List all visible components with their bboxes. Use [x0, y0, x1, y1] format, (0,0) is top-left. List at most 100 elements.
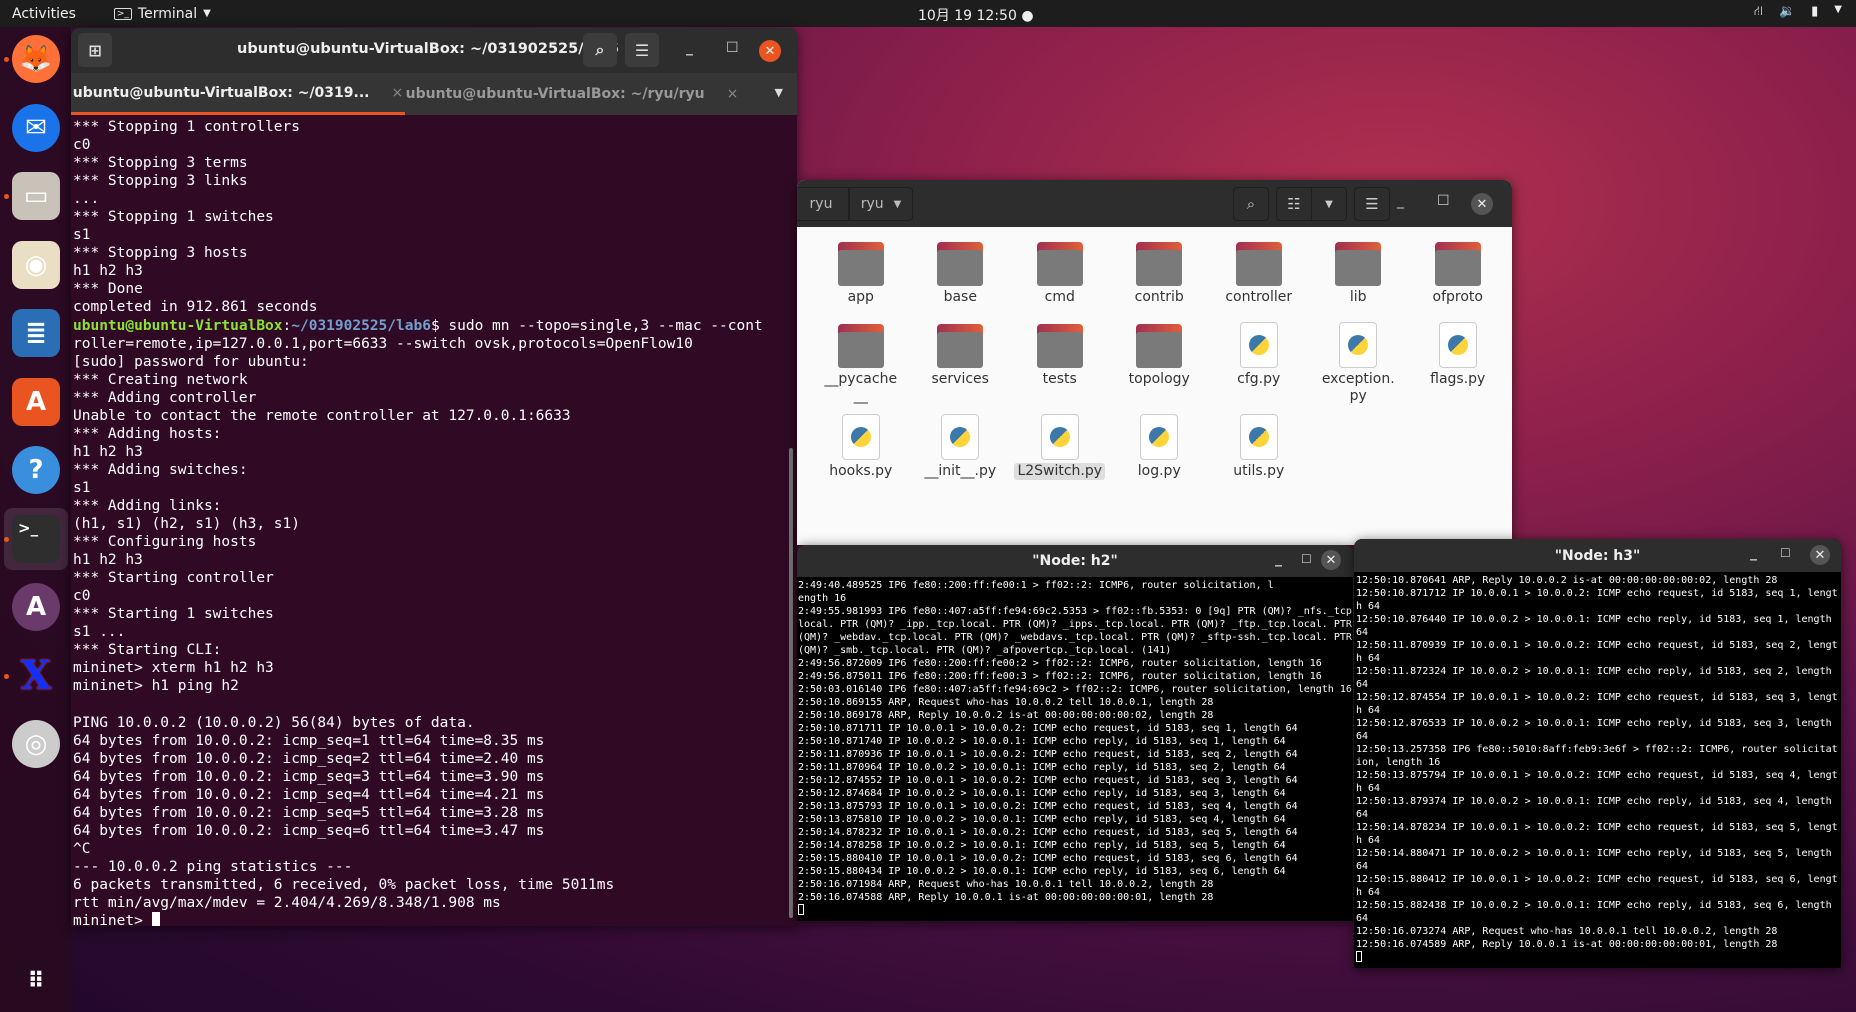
dock-firefox[interactable]: 🦊 [12, 35, 60, 83]
minimize-button[interactable]: _ [1397, 193, 1404, 209]
close-button[interactable]: ✕ [1810, 545, 1830, 565]
file-item[interactable]: log.py [1110, 408, 1210, 490]
terminal-line: *** Creating network [73, 371, 248, 388]
terminal-line: rtt min/avg/max/mdev = 2.404/4.269/8.348… [73, 895, 501, 912]
minimize-button[interactable]: _ [1750, 545, 1757, 561]
xterm-line: 12:50:13.879374 IP 10.0.0.2 > 10.0.0.1: … [1356, 796, 1832, 807]
view-options-button[interactable]: ▼ [1311, 187, 1347, 221]
dock-files[interactable]: ▭ [12, 172, 60, 220]
file-item[interactable]: exception.py [1309, 316, 1409, 408]
xterm-line: 12:50:13.875794 IP 10.0.0.1 > 10.0.0.2: … [1356, 770, 1838, 781]
xterm-output[interactable]: 12:50:10.870641 ARP, Reply 10.0.0.2 is-a… [1354, 572, 1841, 964]
file-item[interactable]: __pycache__ [811, 316, 911, 408]
file-item[interactable]: cmd [1010, 234, 1110, 316]
view-list-button[interactable]: ☷ [1276, 187, 1312, 221]
file-item[interactable]: services [911, 316, 1011, 408]
tab-ryu[interactable]: ubuntu@ubuntu-VirtualBox: ~/ryu/ryu × [405, 73, 739, 115]
terminal-line: *** Stopping 3 links [73, 173, 248, 190]
folder-icon [1335, 242, 1382, 286]
terminal-line: roller=remote,ip=127.0.0.1,port=6633 --s… [73, 335, 693, 352]
breadcrumb-ryu-parent[interactable]: ryu [797, 187, 849, 221]
file-item[interactable]: base [911, 234, 1011, 316]
xterm-line: h 64 [1356, 835, 1381, 846]
app-menu[interactable]: >_ Terminal ▼ [113, 5, 211, 22]
prompt-user-host: ubuntu@ubuntu-VirtualBox [73, 317, 283, 334]
app-menu-label: Terminal [137, 5, 198, 22]
search-button[interactable]: ⌕ [583, 33, 617, 67]
xterm-line: 12:50:10.870641 ARP, Reply 10.0.0.2 is-a… [1356, 575, 1778, 586]
xterm-line: 12:50:11.870939 IP 10.0.0.1 > 10.0.0.2: … [1356, 640, 1838, 651]
xterm-line: 2:50:03.016140 IP6 fe80::407:a5ff:fe94:6… [798, 684, 1352, 695]
xterm-line: (QM)? _smb._tcp.local. PTR (QM)? _afpove… [798, 645, 1172, 656]
terminal-line: 64 bytes from 10.0.0.2: icmp_seq=4 ttl=6… [73, 786, 545, 803]
python-file-icon [1239, 414, 1278, 460]
new-tab-button[interactable]: ⊞ [78, 33, 112, 67]
file-name: cfg.py [1237, 371, 1281, 387]
scrollbar[interactable] [789, 448, 793, 918]
dock-libreoffice-writer[interactable]: ≣ [12, 309, 60, 357]
xterm-line: 12:50:15.882438 IP 10.0.0.2 > 10.0.0.1: … [1356, 900, 1832, 911]
file-item[interactable]: lib [1309, 234, 1409, 316]
file-item[interactable]: controller [1209, 234, 1309, 316]
maximize-button[interactable]: ☐ [1301, 552, 1312, 566]
close-button[interactable]: ✕ [1321, 550, 1341, 570]
dock-software[interactable]: A [12, 377, 60, 426]
tab-close-icon[interactable]: × [727, 86, 739, 102]
xterm-line: 64 [1356, 861, 1369, 872]
file-item[interactable]: tests [1010, 316, 1110, 408]
file-item[interactable]: hooks.py [811, 408, 911, 490]
maximize-button[interactable]: ☐ [1780, 546, 1791, 560]
close-icon: ✕ [1814, 547, 1826, 563]
dock-terminal[interactable]: >_ [12, 514, 60, 563]
dock-xterm[interactable]: X [12, 652, 60, 700]
dock-software-updater[interactable]: A [12, 583, 60, 631]
notification-dot-icon: ● [1021, 8, 1034, 24]
dock-rhythmbox[interactable]: ◉ [12, 240, 60, 289]
show-applications-button[interactable]: ⠿ [12, 957, 60, 1005]
minimize-button[interactable]: _ [1275, 551, 1282, 567]
xterm-line: (QM)? _webdav._tcp.local. PTR (QM)? _web… [798, 632, 1352, 643]
menu-button[interactable]: ☰ [1354, 187, 1390, 221]
dock-dvd[interactable]: ◎ [12, 720, 60, 768]
file-item[interactable]: flags.py [1408, 316, 1508, 408]
dock-help[interactable]: ? [12, 446, 60, 494]
terminal-line: ... [73, 191, 100, 208]
menu-button[interactable]: ☰ [625, 33, 659, 67]
terminal-line: completed in 912.861 seconds [73, 299, 318, 316]
file-item[interactable]: app [811, 234, 911, 316]
maximize-button[interactable]: ☐ [1437, 193, 1450, 209]
file-item[interactable]: ofproto [1408, 234, 1508, 316]
file-item[interactable]: cfg.py [1209, 316, 1309, 408]
minimize-button[interactable]: _ [686, 40, 693, 56]
system-tray[interactable]: ⛙ 🔉 ▮ ▼ [1754, 4, 1842, 21]
file-item[interactable]: __init__.py [911, 408, 1011, 490]
close-button[interactable]: ✕ [759, 40, 781, 62]
clock[interactable]: 10月 19 12:50 ● [918, 5, 1034, 25]
file-name: cmd [1044, 289, 1075, 305]
terminal-line: *** Adding controller [73, 389, 257, 406]
file-item[interactable]: contrib [1110, 234, 1210, 316]
xterm-line: 2:49:55.981993 IP6 fe80::407:a5ff:fe94:6… [798, 606, 1352, 617]
close-button[interactable]: ✕ [1471, 193, 1493, 215]
search-button[interactable]: ⌕ [1233, 187, 1269, 221]
file-item[interactable]: L2Switch.py [1010, 408, 1110, 490]
tabs-dropdown-icon[interactable]: ▼ [775, 86, 783, 99]
tab-close-icon[interactable]: × [391, 85, 403, 101]
terminal-line: h1 h2 h3 [73, 263, 143, 280]
terminal-output[interactable]: *** Stopping 1 controllers c0 *** Stoppi… [71, 115, 797, 926]
activities-button[interactable]: Activities [12, 6, 76, 22]
dock-thunderbird[interactable]: ✉ [12, 103, 60, 152]
file-item[interactable]: topology [1110, 316, 1210, 408]
maximize-button[interactable]: ☐ [726, 40, 739, 56]
file-item[interactable]: utils.py [1209, 408, 1309, 490]
breadcrumb-ryu-current[interactable]: ryu ▼ [849, 187, 913, 221]
running-indicator-icon [4, 194, 9, 199]
file-name: exception.py [1321, 371, 1395, 404]
tab-lab6[interactable]: ubuntu@ubuntu-VirtualBox: ~/0319... × [71, 73, 405, 115]
terminal-line: *** Stopping 1 controllers [73, 119, 300, 135]
file-name: controller [1225, 289, 1293, 305]
xterm-output[interactable]: 2:49:40.489525 IP6 fe80::200:ff:fe00:1 >… [797, 577, 1353, 917]
xterm-line: 2:50:11.870964 IP 10.0.0.2 > 10.0.0.1: I… [798, 762, 1286, 773]
xterm-line: ength 16 [798, 593, 847, 604]
running-indicator-icon [4, 536, 9, 542]
